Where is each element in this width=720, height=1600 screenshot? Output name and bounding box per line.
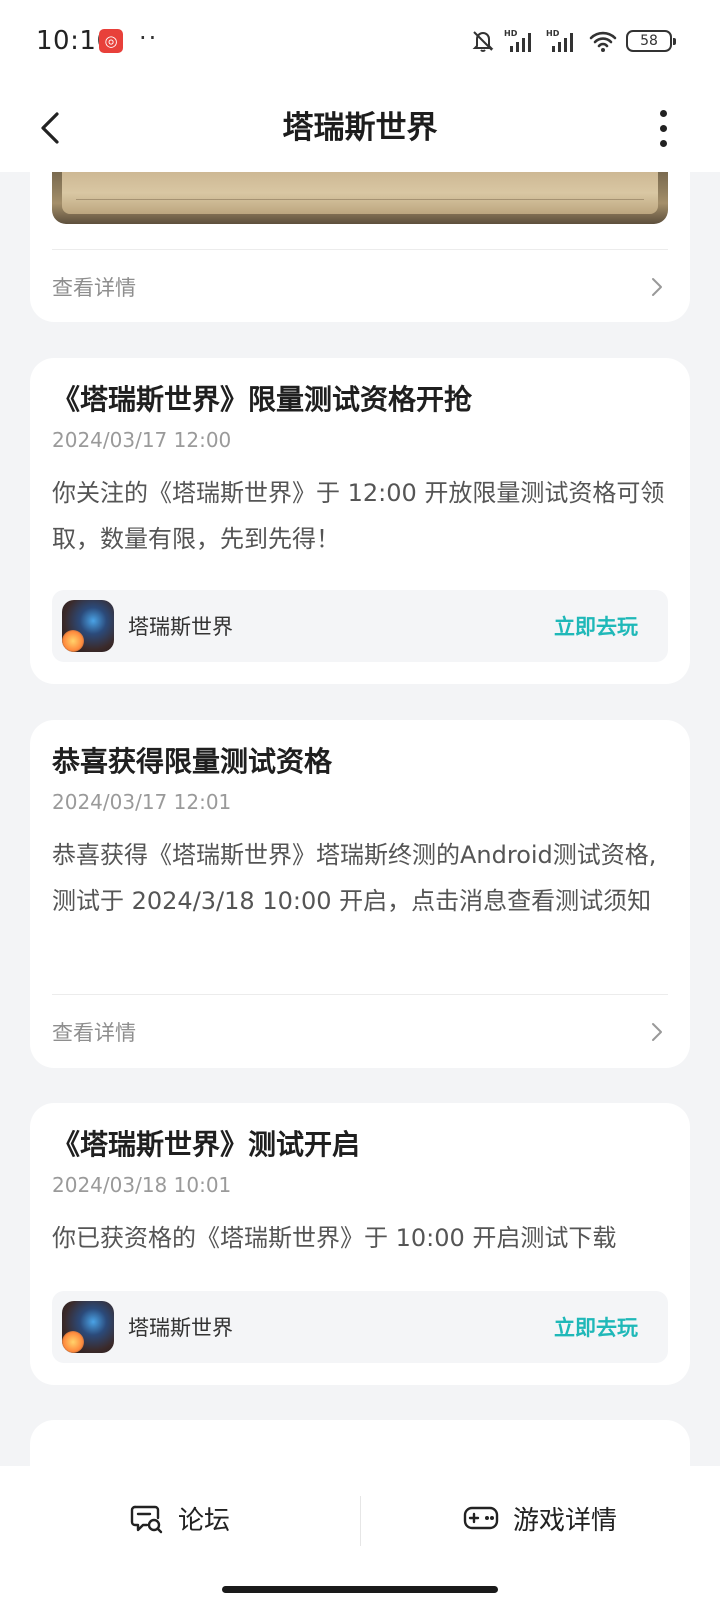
svg-text:HD: HD [504,29,518,38]
game-entry-row[interactable]: 塔瑞斯世界 立即去玩 [52,590,668,662]
message-list[interactable]: 查看详情 《塔瑞斯世界》限量测试资格开抢 2024/03/17 12:00 你关… [0,172,720,1466]
parchment-image [62,172,658,214]
game-name: 塔瑞斯世界 [128,615,233,639]
more-options-button[interactable] [648,102,678,154]
forum-label: 论坛 [177,1505,230,1536]
chevron-right-icon [652,1023,662,1041]
event-banner-image[interactable] [52,172,668,224]
status-bar: 10:16 ◎ ·· HD HD 58 [0,0,720,84]
message-time: 2024/03/17 12:01 [52,790,232,814]
home-indicator[interactable] [222,1586,498,1593]
top-nav-bar: 塔瑞斯世界 [0,84,720,172]
svg-text:HD: HD [546,29,560,38]
wifi-icon [589,31,617,52]
forum-chat-icon [130,1505,163,1534]
game-app-icon [62,600,114,652]
message-card[interactable]: 《塔瑞斯世界》测试开启 2024/03/18 10:01 你已获资格的《塔瑞斯世… [30,1103,690,1385]
message-time: 2024/03/17 12:00 [52,428,232,452]
forum-button[interactable]: 论坛 [0,1466,360,1570]
message-card[interactable]: 《塔瑞斯世界》限量测试资格开抢 2024/03/17 12:00 你关注的《塔瑞… [30,358,690,684]
game-details-button[interactable]: 游戏详情 [360,1466,720,1570]
gamepad-icon [463,1506,499,1530]
message-card[interactable] [30,1420,690,1466]
message-body: 恭喜获得《塔瑞斯世界》塔瑞斯终测的Android测试资格,测试于 2024/3/… [52,841,657,915]
more-dot-icon [659,139,667,147]
battery-icon: 58 [626,30,676,52]
message-time: 2024/03/18 10:01 [52,1173,232,1197]
view-details-row[interactable]: 查看详情 [52,994,668,1070]
game-app-icon [62,1301,114,1353]
view-details-row[interactable]: 查看详情 [52,249,668,325]
banner-divider [76,199,644,200]
mute-bell-icon [472,31,494,52]
status-icons: HD HD 58 [470,26,676,56]
message-title: 《塔瑞斯世界》测试开启 [52,1128,361,1161]
game-details-label: 游戏详情 [512,1505,617,1536]
more-dot-icon [659,109,667,117]
message-card[interactable]: 恭喜获得限量测试资格 2024/03/17 12:01 恭喜获得《塔瑞斯世界》塔… [30,720,690,1068]
chevron-right-icon [652,278,662,296]
game-name: 塔瑞斯世界 [128,1316,233,1340]
more-notifications-icon: ·· [139,24,159,52]
signal-hd-2-icon: HD [546,29,573,52]
message-card[interactable]: 查看详情 [30,172,690,322]
message-title: 《塔瑞斯世界》限量测试资格开抢 [52,383,473,416]
play-now-button[interactable]: 立即去玩 [554,611,638,641]
game-entry-row[interactable]: 塔瑞斯世界 立即去玩 [52,1291,668,1363]
signal-hd-1-icon: HD [504,29,531,52]
netease-music-icon: ◎ [99,29,123,53]
message-title: 恭喜获得限量测试资格 [52,745,333,778]
view-details-label: 查看详情 [52,1021,136,1045]
bottom-action-bar: 论坛 游戏详情 [0,1466,720,1600]
more-dot-icon [659,124,667,132]
message-body: 你关注的《塔瑞斯世界》于 12:00 开放限量测试资格可领取，数量有限，先到先得… [52,479,665,553]
page-title: 塔瑞斯世界 [282,110,438,146]
play-now-button[interactable]: 立即去玩 [554,1312,638,1342]
message-body: 你已获资格的《塔瑞斯世界》于 10:00 开启测试下载 [52,1224,617,1252]
view-details-label: 查看详情 [52,276,136,300]
